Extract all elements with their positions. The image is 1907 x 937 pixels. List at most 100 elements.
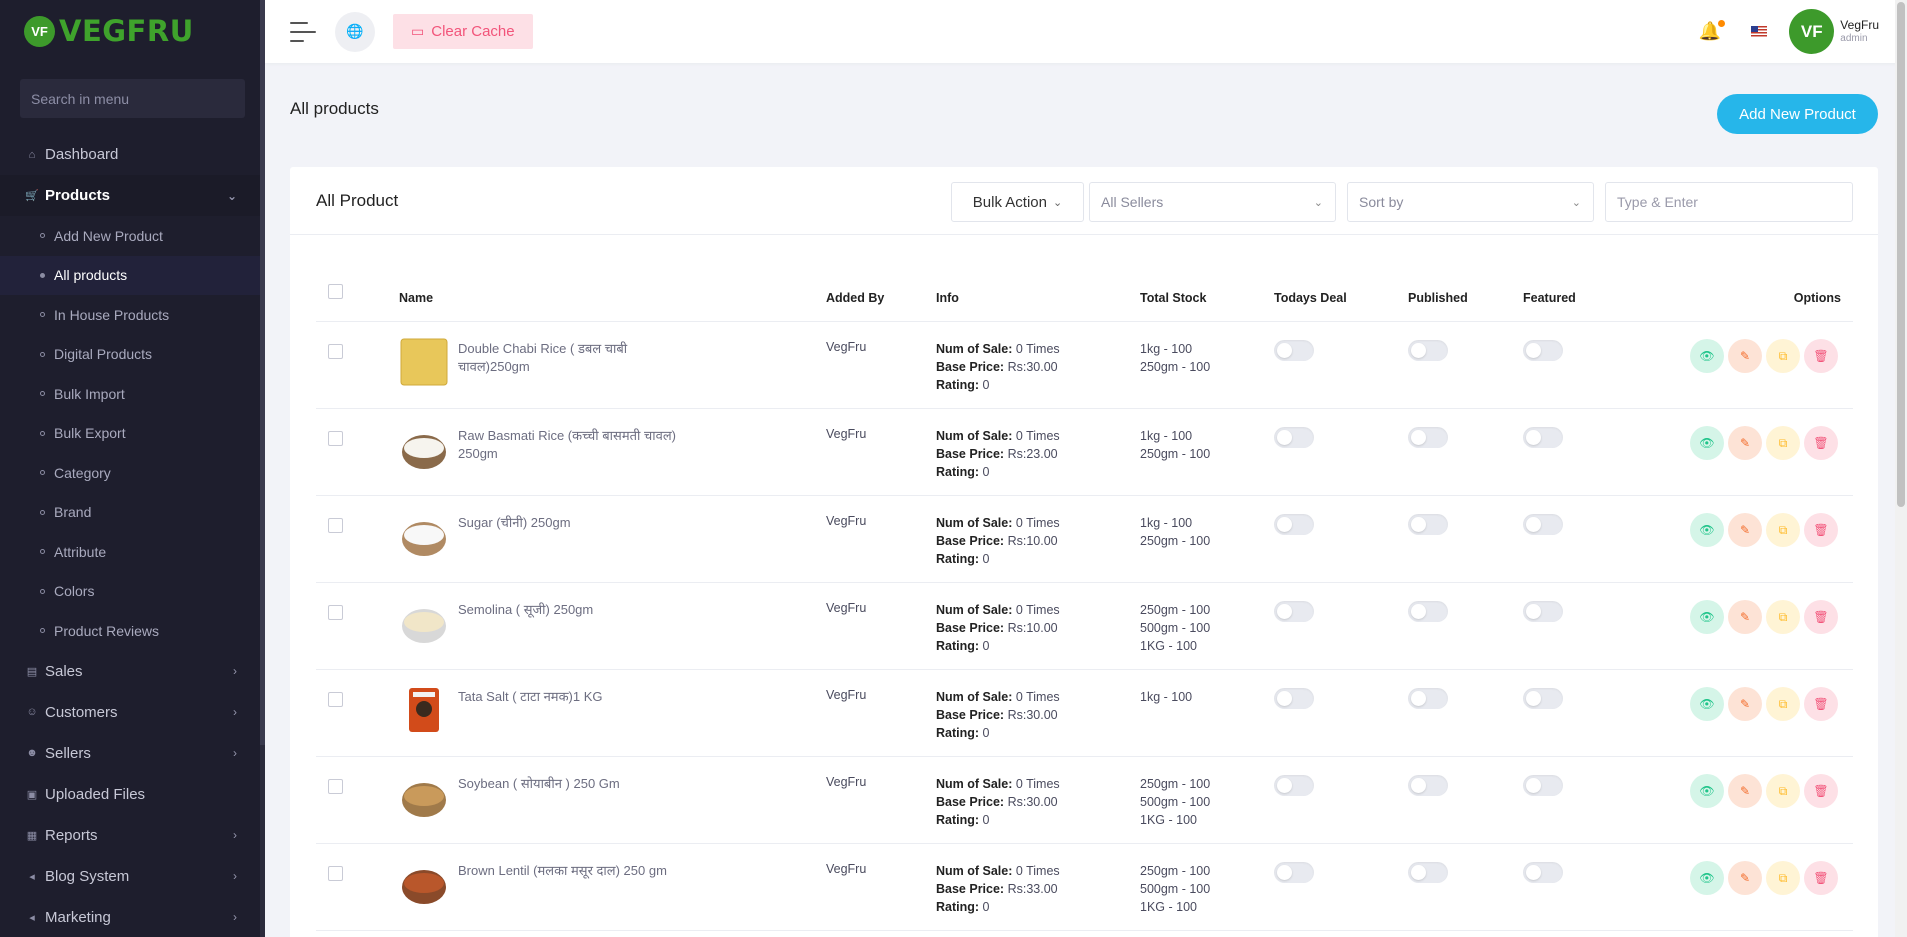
edit-button[interactable]: ✎ bbox=[1728, 600, 1762, 634]
todays-deal-toggle[interactable] bbox=[1274, 862, 1314, 883]
sidebar-item-blog-system[interactable]: ◂ Blog System › bbox=[0, 856, 265, 897]
delete-button[interactable]: 🗑 bbox=[1804, 687, 1838, 721]
published-toggle[interactable] bbox=[1408, 688, 1448, 709]
clear-cache-button[interactable]: ▭ Clear Cache bbox=[393, 14, 533, 49]
product-thumbnail[interactable] bbox=[399, 424, 449, 474]
delete-button[interactable]: 🗑 bbox=[1804, 600, 1838, 634]
edit-button[interactable]: ✎ bbox=[1728, 687, 1762, 721]
us-flag-icon[interactable] bbox=[1751, 26, 1768, 37]
delete-button[interactable]: 🗑 bbox=[1804, 774, 1838, 808]
duplicate-button[interactable]: ⧉ bbox=[1766, 426, 1800, 460]
bulk-action-dropdown[interactable]: Bulk Action ⌄ bbox=[951, 182, 1084, 222]
todays-deal-toggle[interactable] bbox=[1274, 427, 1314, 448]
todays-deal-toggle[interactable] bbox=[1274, 340, 1314, 361]
sidebar-subitem-bulk-export[interactable]: Bulk Export bbox=[0, 414, 265, 454]
edit-button[interactable]: ✎ bbox=[1728, 861, 1762, 895]
col-published[interactable]: Published bbox=[1408, 291, 1468, 305]
sidebar-subitem-all-products[interactable]: All products bbox=[0, 255, 265, 295]
sidebar-subitem-digital-products[interactable]: Digital Products bbox=[0, 335, 265, 375]
sidebar-subitem-in-house-products[interactable]: In House Products bbox=[0, 295, 265, 335]
featured-toggle[interactable] bbox=[1523, 688, 1563, 709]
view-button[interactable]: 👁 bbox=[1690, 513, 1724, 547]
sidebar-item-reports[interactable]: ▦ Reports › bbox=[0, 815, 265, 856]
featured-toggle[interactable] bbox=[1523, 775, 1563, 796]
row-checkbox[interactable] bbox=[328, 431, 343, 446]
duplicate-button[interactable]: ⧉ bbox=[1766, 339, 1800, 373]
view-button[interactable]: 👁 bbox=[1690, 861, 1724, 895]
col-featured[interactable]: Featured bbox=[1523, 291, 1576, 305]
menu-toggle-icon[interactable] bbox=[290, 21, 317, 42]
sort-select[interactable]: Sort by ⌄ bbox=[1347, 182, 1594, 222]
sidebar-subitem-bulk-import[interactable]: Bulk Import bbox=[0, 374, 265, 414]
product-name[interactable]: Soybean ( सोयाबीन ) 250 Gm bbox=[458, 775, 688, 793]
todays-deal-toggle[interactable] bbox=[1274, 775, 1314, 796]
product-name[interactable]: Raw Basmati Rice (कच्ची बासमती चावल) 250… bbox=[458, 427, 688, 463]
featured-toggle[interactable] bbox=[1523, 514, 1563, 535]
edit-button[interactable]: ✎ bbox=[1728, 513, 1762, 547]
row-checkbox[interactable] bbox=[328, 344, 343, 359]
sidebar-subitem-product-reviews[interactable]: Product Reviews bbox=[0, 611, 265, 651]
notification-bell-icon[interactable]: 🔔 bbox=[1699, 20, 1726, 42]
published-toggle[interactable] bbox=[1408, 775, 1448, 796]
col-name[interactable]: Name bbox=[399, 291, 433, 305]
featured-toggle[interactable] bbox=[1523, 862, 1563, 883]
row-checkbox[interactable] bbox=[328, 605, 343, 620]
published-toggle[interactable] bbox=[1408, 862, 1448, 883]
product-thumbnail[interactable] bbox=[399, 685, 449, 735]
todays-deal-toggle[interactable] bbox=[1274, 514, 1314, 535]
delete-button[interactable]: 🗑 bbox=[1804, 513, 1838, 547]
sidebar-item-dashboard[interactable]: ⌂ Dashboard bbox=[0, 134, 265, 175]
row-checkbox[interactable] bbox=[328, 866, 343, 881]
duplicate-button[interactable]: ⧉ bbox=[1766, 687, 1800, 721]
sidebar-subitem-add-new-product[interactable]: Add New Product bbox=[0, 216, 265, 256]
view-button[interactable]: 👁 bbox=[1690, 426, 1724, 460]
row-checkbox[interactable] bbox=[328, 692, 343, 707]
row-checkbox[interactable] bbox=[328, 779, 343, 794]
sidebar-subitem-colors[interactable]: Colors bbox=[0, 572, 265, 612]
product-thumbnail[interactable] bbox=[399, 598, 449, 648]
sidebar-subitem-brand[interactable]: Brand bbox=[0, 493, 265, 533]
view-button[interactable]: 👁 bbox=[1690, 339, 1724, 373]
sidebar-item-products[interactable]: 🛒 Products ⌄ bbox=[0, 175, 265, 216]
edit-button[interactable]: ✎ bbox=[1728, 774, 1762, 808]
product-thumbnail[interactable] bbox=[399, 337, 449, 387]
sidebar-item-customers[interactable]: ☺ Customers › bbox=[0, 692, 265, 733]
product-name[interactable]: Tata Salt ( टाटा नमक)1 KG bbox=[458, 688, 688, 706]
col-info[interactable]: Info bbox=[936, 291, 959, 305]
delete-button[interactable]: 🗑 bbox=[1804, 426, 1838, 460]
sellers-select[interactable]: All Sellers ⌄ bbox=[1089, 182, 1336, 222]
product-name[interactable]: Semolina ( सूजी) 250gm bbox=[458, 601, 688, 619]
brand-logo[interactable]: VF VEGFRU bbox=[0, 0, 265, 62]
product-thumbnail[interactable] bbox=[399, 859, 449, 909]
published-toggle[interactable] bbox=[1408, 601, 1448, 622]
duplicate-button[interactable]: ⧉ bbox=[1766, 600, 1800, 634]
col-todays-deal[interactable]: Todays Deal bbox=[1274, 291, 1347, 305]
featured-toggle[interactable] bbox=[1523, 427, 1563, 448]
product-name[interactable]: Sugar (चीनी) 250gm bbox=[458, 514, 688, 532]
product-thumbnail[interactable] bbox=[399, 511, 449, 561]
view-button[interactable]: 👁 bbox=[1690, 600, 1724, 634]
edit-button[interactable]: ✎ bbox=[1728, 339, 1762, 373]
sidebar-item-sellers[interactable]: ☻ Sellers › bbox=[0, 733, 265, 774]
view-button[interactable]: 👁 bbox=[1690, 774, 1724, 808]
sidebar-subitem-category[interactable]: Category bbox=[0, 453, 265, 493]
sidebar-subitem-attribute[interactable]: Attribute bbox=[0, 532, 265, 572]
delete-button[interactable]: 🗑 bbox=[1804, 339, 1838, 373]
globe-icon[interactable]: 🌐 bbox=[335, 11, 375, 52]
view-button[interactable]: 👁 bbox=[1690, 687, 1724, 721]
col-added-by[interactable]: Added By bbox=[826, 291, 884, 305]
product-name[interactable]: Brown Lentil (मलका मसूर दाल) 250 gm bbox=[458, 862, 688, 880]
user-meta[interactable]: VegFru admin bbox=[1840, 18, 1879, 44]
page-scrollbar[interactable] bbox=[1895, 0, 1907, 937]
published-toggle[interactable] bbox=[1408, 514, 1448, 535]
featured-toggle[interactable] bbox=[1523, 601, 1563, 622]
add-new-product-button[interactable]: Add New Product bbox=[1717, 94, 1878, 134]
published-toggle[interactable] bbox=[1408, 340, 1448, 361]
duplicate-button[interactable]: ⧉ bbox=[1766, 774, 1800, 808]
todays-deal-toggle[interactable] bbox=[1274, 601, 1314, 622]
menu-search-input[interactable]: Search in menu bbox=[20, 79, 245, 118]
product-name[interactable]: Double Chabi Rice ( डबल चाबी चावल)250gm bbox=[458, 340, 688, 376]
product-thumbnail[interactable] bbox=[399, 772, 449, 822]
duplicate-button[interactable]: ⧉ bbox=[1766, 861, 1800, 895]
page-scrollbar-thumb[interactable] bbox=[1897, 2, 1905, 507]
